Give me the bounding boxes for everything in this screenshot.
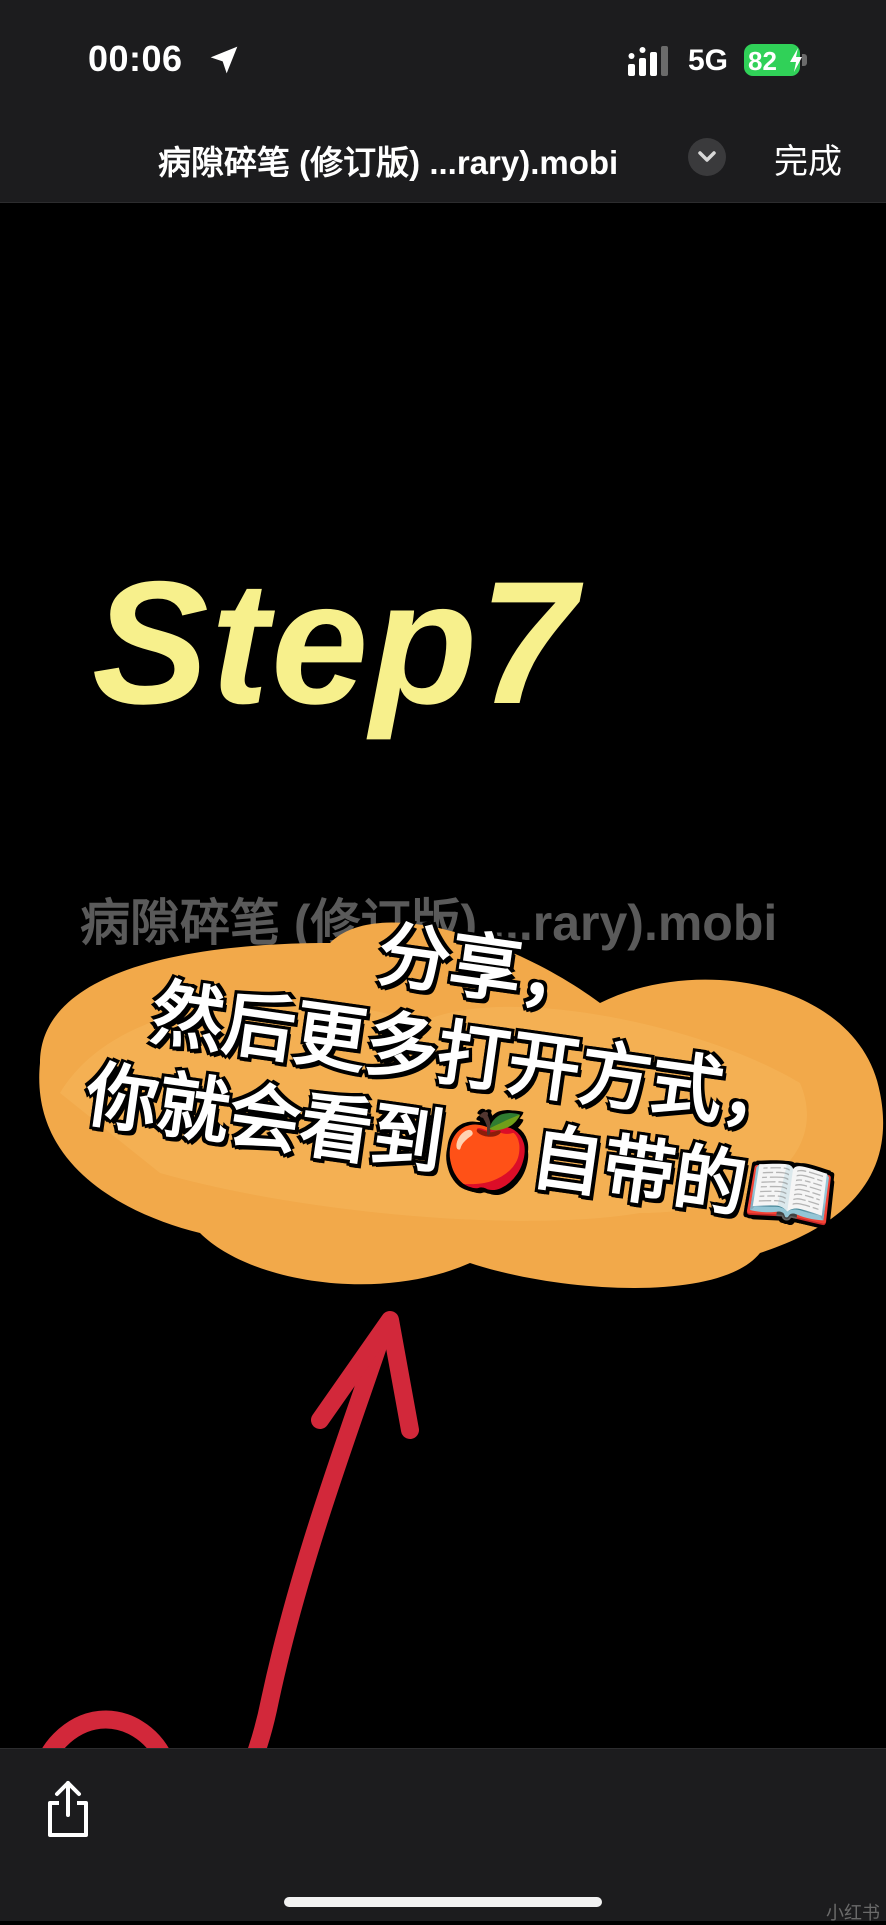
battery-indicator: 82 bbox=[744, 44, 808, 76]
status-time: 00:06 bbox=[88, 38, 183, 79]
document-title[interactable]: 病隙碎笔 (修订版) ...rary).mobi bbox=[158, 136, 618, 184]
title-menu-button[interactable] bbox=[688, 138, 726, 176]
done-button[interactable]: 完成 bbox=[774, 134, 842, 183]
battery-level: 82 bbox=[748, 46, 777, 76]
step-title: Step7 bbox=[92, 546, 579, 741]
charging-bolt-icon bbox=[790, 48, 802, 72]
nav-bar: 病隙碎笔 (修订版) ...rary).mobi 完成 bbox=[0, 118, 886, 203]
status-bar: 00:06 5G 82 bbox=[0, 0, 886, 118]
preview-content: Step7 病隙碎笔 (修订版) ...rary).mobi 分享， 然后更多打… bbox=[0, 203, 886, 1748]
home-indicator[interactable] bbox=[284, 1897, 602, 1907]
bottom-toolbar: 小红书 bbox=[0, 1748, 886, 1923]
share-icon[interactable] bbox=[44, 1779, 92, 1839]
location-arrow-icon bbox=[210, 46, 238, 74]
network-label: 5G bbox=[688, 44, 729, 77]
watermark: 小红书 bbox=[826, 1903, 880, 1923]
chevron-down-icon bbox=[698, 151, 716, 162]
signal-bars-icon bbox=[628, 46, 668, 76]
